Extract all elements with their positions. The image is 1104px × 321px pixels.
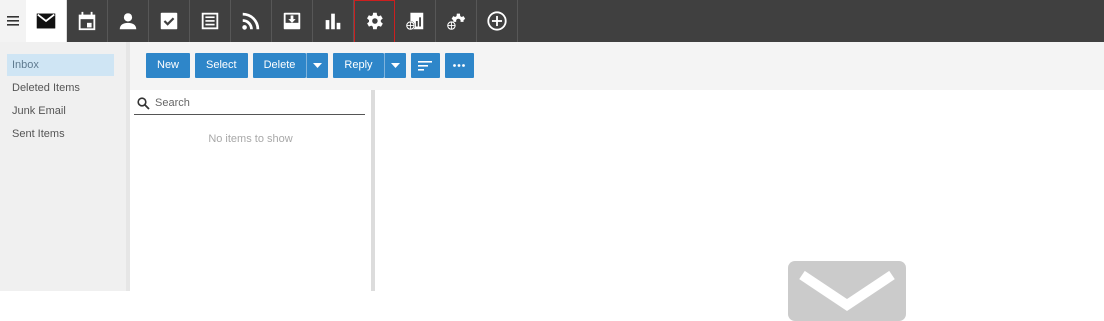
folder-inbox[interactable]: Inbox	[7, 54, 114, 76]
sort-button[interactable]	[410, 53, 440, 78]
reading-pane	[375, 90, 1104, 321]
folder-deleted-items[interactable]: Deleted Items	[7, 77, 114, 99]
add-circle-icon	[487, 11, 507, 31]
select-button[interactable]: Select	[195, 53, 248, 78]
search-icon	[137, 96, 150, 110]
app-contacts-button[interactable]	[108, 0, 149, 42]
mail-toolbar: New Select Delete Reply	[146, 53, 474, 78]
main-area: New Select Delete Reply No items to show	[130, 42, 1104, 321]
app-tasks-button[interactable]	[149, 0, 190, 42]
inbox-tray-icon	[283, 12, 301, 30]
web-report-icon	[405, 12, 424, 31]
tasks-icon	[160, 12, 178, 30]
app-inbox-tray-button[interactable]	[272, 0, 313, 42]
folder-junk-email[interactable]: Junk Email	[7, 100, 114, 122]
search-input[interactable]	[155, 97, 355, 109]
calendar-icon	[78, 11, 96, 31]
new-button[interactable]: New	[146, 53, 191, 78]
hamburger-icon	[7, 16, 19, 26]
mail-icon	[36, 13, 56, 29]
folder-sent-items[interactable]: Sent Items	[7, 123, 114, 145]
app-notes-button[interactable]	[190, 0, 231, 42]
search-box	[134, 92, 365, 115]
envelope-icon	[788, 261, 906, 321]
app-web-report-button[interactable]	[395, 0, 436, 42]
chevron-down-icon	[390, 63, 400, 68]
contacts-icon	[119, 13, 137, 30]
rss-icon	[242, 12, 260, 30]
more-button[interactable]	[444, 53, 474, 78]
folder-pane: Inbox Deleted Items Junk Email Sent Item…	[0, 42, 126, 291]
reply-dropdown-button[interactable]	[383, 53, 406, 78]
delete-dropdown-button[interactable]	[306, 53, 329, 78]
settings-gear-icon	[367, 12, 383, 30]
app-mail-button[interactable]	[26, 0, 67, 42]
more-icon	[453, 64, 465, 67]
bar-chart-icon	[325, 13, 341, 30]
reply-button[interactable]: Reply	[333, 53, 384, 78]
app-web-settings-button[interactable]	[436, 0, 477, 42]
message-list: No items to show	[130, 90, 371, 291]
menu-button[interactable]	[0, 0, 26, 42]
web-settings-icon	[446, 13, 466, 31]
app-rss-button[interactable]	[231, 0, 272, 42]
app-reports-button[interactable]	[313, 0, 354, 42]
app-add-button[interactable]	[477, 0, 518, 42]
sort-icon	[418, 60, 433, 71]
app-calendar-button[interactable]	[67, 0, 108, 42]
empty-list-message: No items to show	[208, 133, 293, 145]
delete-button[interactable]: Delete	[252, 53, 307, 78]
chevron-down-icon	[313, 63, 323, 68]
app-bar	[0, 0, 1104, 52]
notes-icon	[201, 12, 219, 30]
